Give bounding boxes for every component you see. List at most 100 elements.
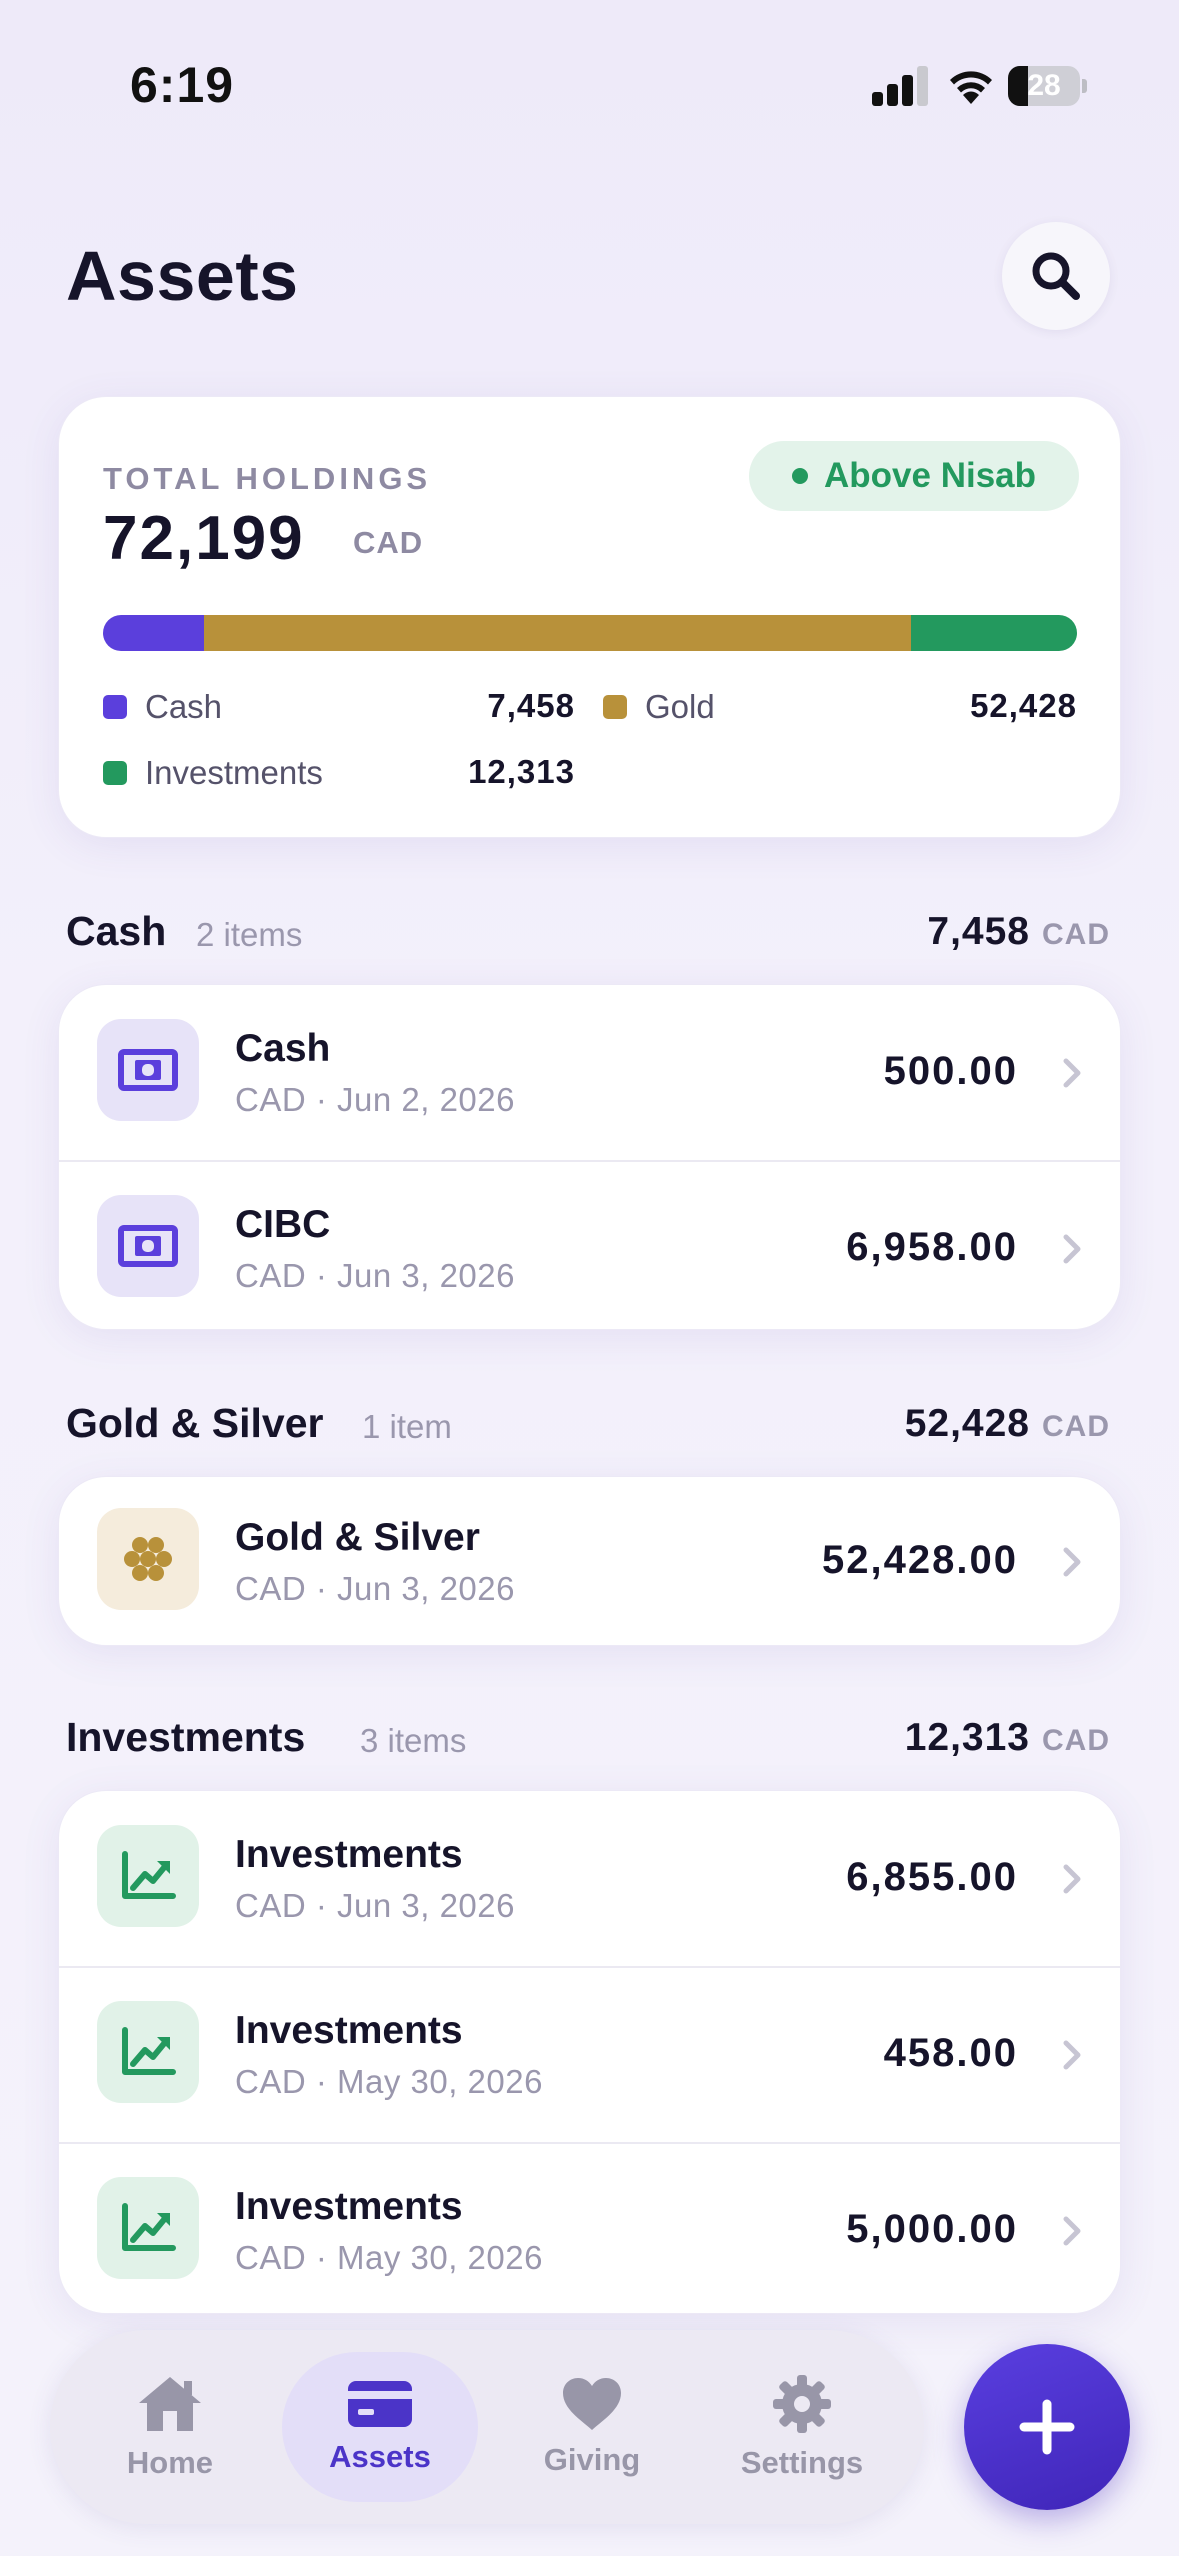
section-total-unit: CAD xyxy=(1042,1410,1110,1443)
legend-label: Cash xyxy=(145,688,223,725)
asset-row[interactable]: Investments CAD · May 30, 2026 458.00 xyxy=(59,1966,1120,2143)
legend-label: Gold xyxy=(645,688,715,725)
legend-value-investments: 12,313 xyxy=(468,753,575,790)
total-holdings-label: TOTAL HOLDINGS xyxy=(103,461,432,496)
chart-up-icon xyxy=(97,2177,199,2279)
legend-swatch-investments xyxy=(103,761,127,785)
section-total-unit: CAD xyxy=(1042,918,1110,951)
plus-icon xyxy=(1019,2399,1075,2455)
section-title: Gold & Silver xyxy=(66,1400,324,1446)
home-icon xyxy=(139,2377,201,2431)
asset-subtitle: CAD · Jun 3, 2026 xyxy=(235,1257,515,1294)
asset-amount: 500.00 xyxy=(883,1049,1018,1093)
status-time: 6:19 xyxy=(130,57,235,113)
section-header-gold-silver: Gold & Silver 1 item 52,428 CAD xyxy=(66,1400,1116,1450)
holdings-bar-cash xyxy=(103,615,204,651)
search-icon xyxy=(1032,252,1080,300)
section-total: 7,458 CAD xyxy=(927,910,1110,954)
asset-subtitle: CAD · Jun 2, 2026 xyxy=(235,1081,515,1118)
total-holdings-unit: CAD xyxy=(353,525,424,560)
tab-home[interactable]: Home xyxy=(72,2352,268,2502)
section-item-count: 3 items xyxy=(360,1722,467,1759)
asset-row[interactable]: CIBC CAD · Jun 3, 2026 6,958.00 xyxy=(59,1160,1120,1329)
section-title: Investments xyxy=(66,1714,306,1760)
asset-amount: 52,428.00 xyxy=(822,1538,1018,1582)
asset-title: Investments xyxy=(235,2009,463,2052)
asset-title: Gold & Silver xyxy=(235,1516,480,1559)
legend-item-cash: Cash xyxy=(103,687,222,727)
page-title: Assets xyxy=(66,237,299,315)
asset-subtitle: CAD · Jun 3, 2026 xyxy=(235,1570,515,1607)
asset-amount: 6,855.00 xyxy=(846,1855,1018,1899)
holdings-bar-investments xyxy=(910,615,1077,651)
asset-amount: 5,000.00 xyxy=(846,2207,1018,2251)
asset-row[interactable]: Cash CAD · Jun 2, 2026 500.00 xyxy=(59,985,1120,1161)
asset-row[interactable]: Investments CAD · Jun 3, 2026 6,855.00 xyxy=(59,1791,1120,1967)
card-icon xyxy=(348,2381,412,2427)
gear-icon xyxy=(773,2375,831,2433)
section-item-count: 2 items xyxy=(196,916,303,953)
chevron-right-icon xyxy=(1063,2216,1081,2246)
coins-icon xyxy=(97,1508,199,1610)
asset-row[interactable]: Investments CAD · May 30, 2026 5,000.00 xyxy=(59,2142,1120,2313)
section-total-value: 52,428 xyxy=(904,1402,1030,1445)
chevron-right-icon xyxy=(1063,1234,1081,1264)
legend-value-cash: 7,458 xyxy=(487,687,575,724)
tab-label: Giving xyxy=(543,2442,641,2477)
section-header-investments: Investments 3 items 12,313 CAD xyxy=(66,1714,1116,1764)
heart-icon xyxy=(563,2378,621,2430)
asset-amount: 6,958.00 xyxy=(846,1225,1018,1269)
section-total: 52,428 CAD xyxy=(905,1402,1110,1446)
section-title: Cash xyxy=(66,908,167,954)
tab-label: Assets xyxy=(329,2439,431,2474)
section-total-value: 7,458 xyxy=(927,910,1030,953)
tab-label: Home xyxy=(126,2445,214,2480)
holdings-bar-gold xyxy=(203,615,911,651)
chart-up-icon xyxy=(97,2001,199,2103)
legend-label: Investments xyxy=(145,754,323,791)
chevron-right-icon xyxy=(1063,2040,1081,2070)
chevron-right-icon xyxy=(1063,1058,1081,1088)
tab-settings[interactable]: Settings xyxy=(704,2352,900,2502)
holdings-breakdown-bar xyxy=(103,615,1077,651)
legend-value-gold: 52,428 xyxy=(970,687,1077,724)
asset-subtitle: CAD · May 30, 2026 xyxy=(235,2063,543,2100)
nisab-status-text: Above Nisab xyxy=(824,456,1036,495)
asset-row[interactable]: Gold & Silver CAD · Jun 3, 2026 52,428.0… xyxy=(59,1477,1120,1645)
chevron-right-icon xyxy=(1063,1864,1081,1894)
legend-swatch-gold xyxy=(603,695,627,719)
asset-title: Investments xyxy=(235,2185,463,2228)
search-button[interactable] xyxy=(1002,222,1110,330)
asset-list-cash: Cash CAD · Jun 2, 2026 500.00 CIBC CAD ·… xyxy=(58,984,1121,1330)
asset-subtitle: CAD · May 30, 2026 xyxy=(235,2239,543,2276)
banknote-icon xyxy=(97,1195,199,1297)
chart-up-icon xyxy=(97,1825,199,1927)
nisab-status-badge: Above Nisab xyxy=(749,441,1079,511)
status-bar: 6:19 28 xyxy=(0,0,1179,170)
battery-icon: 28 xyxy=(1008,66,1088,106)
asset-subtitle: CAD · Jun 3, 2026 xyxy=(235,1887,515,1924)
status-dot-icon xyxy=(792,468,808,484)
battery-level: 28 xyxy=(1027,69,1061,102)
asset-title: CIBC xyxy=(235,1203,331,1246)
total-holdings-value: 72,199 xyxy=(103,504,305,573)
section-header-cash: Cash 2 items 7,458 CAD xyxy=(66,908,1116,958)
cellular-signal-icon xyxy=(872,66,930,106)
section-total-value: 12,313 xyxy=(904,1716,1030,1759)
section-total-unit: CAD xyxy=(1042,1724,1110,1757)
asset-amount: 458.00 xyxy=(883,2031,1018,2075)
wifi-icon xyxy=(948,64,994,106)
asset-list-investments: Investments CAD · Jun 3, 2026 6,855.00 I… xyxy=(58,1790,1121,2314)
tab-giving[interactable]: Giving xyxy=(494,2352,690,2502)
legend-item-investments: Investments xyxy=(103,753,323,793)
legend-swatch-cash xyxy=(103,695,127,719)
total-holdings-card: TOTAL HOLDINGS 72,199 CAD Above Nisab Ca… xyxy=(58,396,1121,838)
section-item-count: 1 item xyxy=(362,1408,452,1445)
section-total: 12,313 CAD xyxy=(905,1716,1110,1760)
asset-list-gold-silver: Gold & Silver CAD · Jun 3, 2026 52,428.0… xyxy=(58,1476,1121,1646)
tab-assets[interactable]: Assets xyxy=(282,2352,478,2502)
legend-item-gold: Gold xyxy=(603,687,715,727)
tab-label: Settings xyxy=(740,2445,864,2480)
tab-bar: Home Assets Giving Settings xyxy=(50,2330,924,2524)
add-asset-button[interactable] xyxy=(964,2344,1130,2510)
